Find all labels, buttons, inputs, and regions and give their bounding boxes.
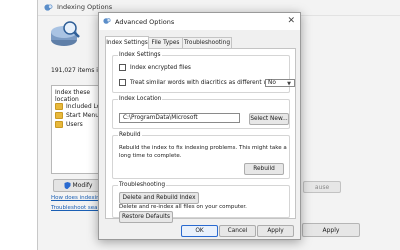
bg-apply-button[interactable]: Apply xyxy=(302,223,360,237)
chevron-down-icon: ▼ xyxy=(287,81,291,87)
diacritics-row[interactable]: Treat similar words with diacritics as d… xyxy=(119,79,283,86)
index-settings-label: Index Settings xyxy=(118,52,162,58)
troubleshooting-group: Troubleshooting Delete and Rebuild Index… xyxy=(112,182,290,223)
close-icon[interactable]: ✕ xyxy=(287,16,295,26)
pause-button[interactable]: ause xyxy=(303,181,341,193)
list-item[interactable]: Start Menu xyxy=(55,111,99,120)
folder-icon xyxy=(55,103,63,110)
indexing-app-icon xyxy=(103,18,111,24)
index-location-group: Index Location C:\ProgramData\Microsoft … xyxy=(112,96,290,129)
rebuild-button[interactable]: Rebuild xyxy=(244,163,284,175)
select-new-button[interactable]: Select New... xyxy=(249,113,289,125)
tab-file-types[interactable]: File Types xyxy=(147,37,184,48)
indexing-options-title: Indexing Options xyxy=(57,3,113,11)
encrypted-files-row[interactable]: Index encrypted files xyxy=(119,64,191,71)
restore-defaults-button[interactable]: Restore Defaults xyxy=(119,211,173,223)
tab-strip: Index Settings File Types Troubleshootin… xyxy=(105,36,295,49)
advanced-options-dialog: Advanced Options ✕ Index Settings File T… xyxy=(98,12,301,240)
list-item[interactable]: Users xyxy=(55,120,83,129)
rebuild-description: Rebuild the index to fix indexing proble… xyxy=(119,145,287,159)
shield-icon xyxy=(64,182,71,189)
modify-button[interactable]: Modify xyxy=(53,179,103,192)
restore-description: Delete and re-index all files on your co… xyxy=(119,204,247,210)
ok-button[interactable]: OK xyxy=(181,225,218,237)
tab-troubleshooting[interactable]: Troubleshooting xyxy=(182,37,232,48)
diacritics-dropdown[interactable]: No ▼ xyxy=(265,79,295,87)
delete-rebuild-index-button[interactable]: Delete and Rebuild Index xyxy=(119,192,199,204)
index-location-field[interactable]: C:\ProgramData\Microsoft xyxy=(119,113,240,123)
apply-button[interactable]: Apply xyxy=(257,225,294,237)
index-settings-group: Index Settings Index encrypted files Tre… xyxy=(112,52,295,93)
dialog-title: Advanced Options xyxy=(115,18,175,26)
advanced-options-titlebar: Advanced Options ✕ xyxy=(99,13,300,30)
rebuild-group: Rebuild Rebuild the index to fix indexin… xyxy=(112,132,290,179)
index-location-label: Index Location xyxy=(118,96,163,102)
indexing-large-icon xyxy=(51,21,80,46)
diacritics-checkbox[interactable] xyxy=(119,79,126,86)
cancel-button[interactable]: Cancel xyxy=(219,225,256,237)
rebuild-label: Rebuild xyxy=(118,132,142,138)
troubleshooting-label: Troubleshooting xyxy=(118,182,167,188)
encrypted-files-checkbox[interactable] xyxy=(119,64,126,71)
tab-index-settings[interactable]: Index Settings xyxy=(105,36,149,49)
index-settings-panel: Index Settings Index encrypted files Tre… xyxy=(105,48,296,223)
folder-icon xyxy=(55,121,63,128)
indexing-app-icon xyxy=(44,4,53,11)
start-menu-folder-icon xyxy=(55,112,63,119)
